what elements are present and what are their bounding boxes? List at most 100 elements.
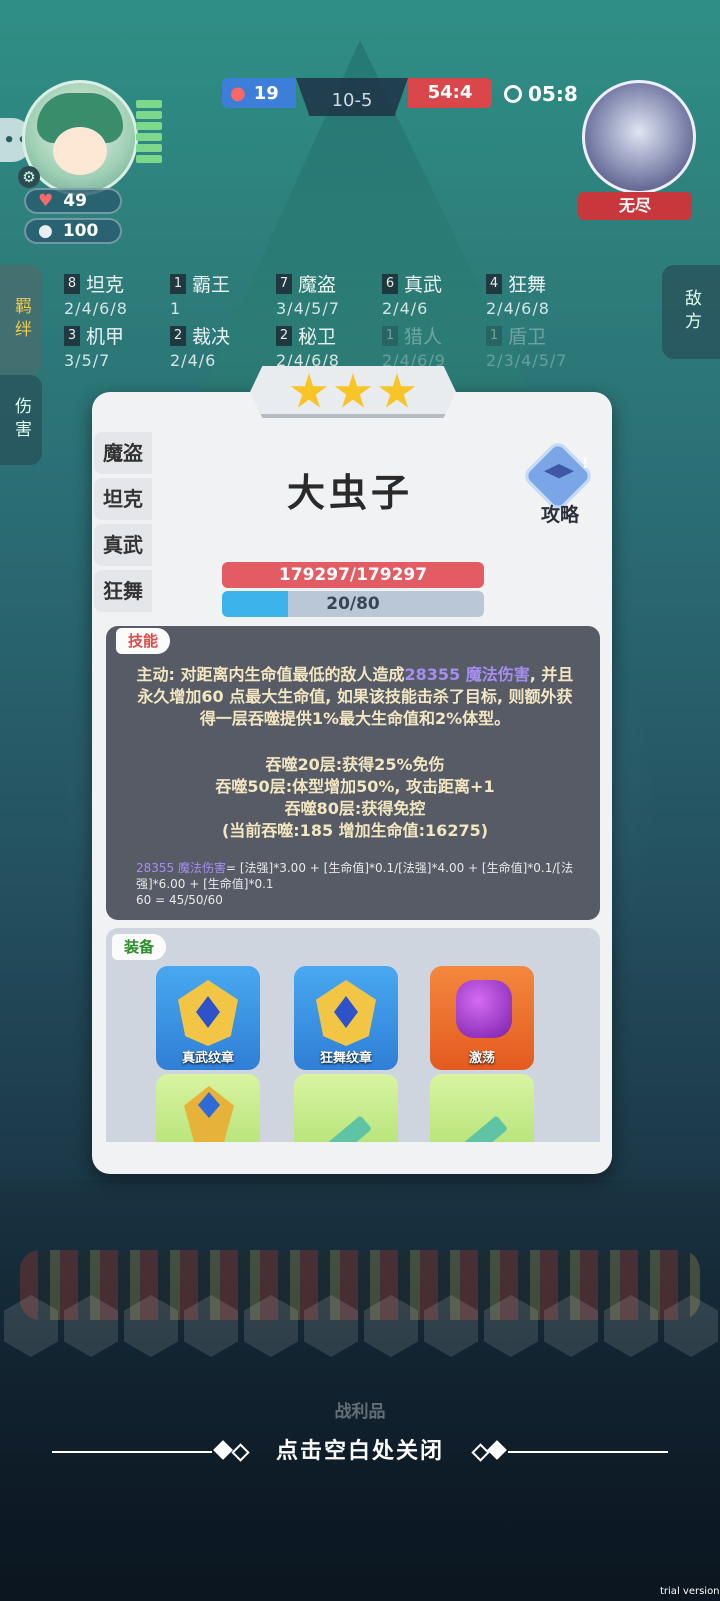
- equipment-name: 激荡: [468, 1051, 495, 1066]
- equipment-item[interactable]: 激荡: [430, 966, 534, 1070]
- player-coin-value: 100: [62, 221, 99, 241]
- synergy-item[interactable]: 4 狂舞 2/4/6/8: [486, 270, 596, 320]
- stack-effect-line: 吞噬50层:体型增加50%, 攻击距离+1: [215, 777, 495, 796]
- skill-desc-part: 主动: 对距离内生命值最低的敌人造成: [136, 665, 405, 684]
- synergy-count: 8: [64, 273, 80, 294]
- hex-tile[interactable]: [304, 1295, 358, 1357]
- gem-crown-icon: [184, 1086, 234, 1142]
- synergy-count: 2: [276, 325, 292, 346]
- sword-icon: [438, 1115, 509, 1142]
- trait-tag-list: 魔盗 坦克 真武 狂舞: [94, 432, 154, 616]
- guide-label: 攻略: [540, 504, 579, 526]
- hex-tile[interactable]: [64, 1295, 118, 1357]
- equipment-item[interactable]: [430, 1074, 534, 1142]
- tab-damage[interactable]: 伤害: [0, 375, 42, 465]
- synergy-count: 1: [382, 325, 398, 346]
- star-icon: [290, 373, 328, 408]
- signal-bars-icon: [136, 100, 162, 180]
- formula-line: 60 = 45/50/60: [136, 893, 223, 907]
- hex-tile[interactable]: [124, 1295, 178, 1357]
- trait-tag[interactable]: 魔盗: [94, 432, 152, 474]
- mana-fill: [222, 591, 288, 617]
- avatar-face: [53, 127, 107, 175]
- player-hp-pill: ♥ 49: [24, 188, 122, 214]
- hex-tile[interactable]: [664, 1295, 718, 1357]
- hex-tile[interactable]: [424, 1295, 478, 1357]
- star-rating-banner: [250, 366, 456, 418]
- hex-tile[interactable]: [544, 1295, 598, 1357]
- strategy-guide-button[interactable]: ! 攻略: [521, 439, 596, 526]
- synergy-item[interactable]: 1 盾卫 2/3/4/5/7: [486, 322, 596, 372]
- hex-tile[interactable]: [364, 1295, 418, 1357]
- surge-orb-icon: [456, 980, 512, 1038]
- synergy-levels: 2/4/6/8: [486, 299, 550, 318]
- synergy-item[interactable]: 2 秘卫 2/4/6/8: [276, 322, 386, 372]
- synergy-count: 7: [276, 273, 292, 294]
- synergy-item[interactable]: 8 坦克 2/4/6/8: [64, 270, 174, 320]
- equipment-panel: 真武纹章 狂舞纹章 激荡: [106, 928, 600, 1142]
- synergy-name: 裁决: [192, 326, 231, 348]
- synergy-item[interactable]: 1 猎人 2/4/6/9: [382, 322, 492, 372]
- synergy-count: 1: [486, 325, 502, 346]
- synergy-name: 盾卫: [508, 326, 547, 348]
- divider-line: [508, 1451, 668, 1453]
- synergy-item[interactable]: 1 霸王 1: [170, 270, 280, 320]
- skill-damage-value: 28355 魔法伤害: [404, 665, 530, 684]
- synergy-name: 机甲: [86, 326, 125, 348]
- synergy-item[interactable]: 3 机甲 3/5/7: [64, 322, 174, 372]
- mana-text: 20/80: [326, 594, 380, 614]
- synergy-item[interactable]: 2 裁决 2/4/6: [170, 322, 280, 372]
- synergy-name: 魔盗: [298, 274, 337, 296]
- synergy-count: 3: [64, 325, 80, 346]
- blue-score: ● 19: [222, 78, 296, 108]
- equipment-section-tag: 装备: [112, 934, 167, 960]
- synergy-levels: 3/5/7: [64, 351, 111, 370]
- synergy-count: 6: [382, 273, 398, 294]
- star-icon: [378, 373, 416, 408]
- synergy-levels: 2/3/4/5/7: [486, 351, 568, 370]
- trait-tag[interactable]: 真武: [94, 524, 152, 566]
- gear-icon[interactable]: ⚙: [18, 166, 40, 188]
- hex-tile[interactable]: [484, 1295, 538, 1357]
- synergy-name: 霸王: [192, 274, 231, 296]
- tab-enemy[interactable]: 敌方: [662, 265, 720, 359]
- player-hp-value: 49: [63, 191, 87, 211]
- coin-icon: ●: [38, 221, 53, 241]
- round-indicator: 10-5: [296, 78, 408, 116]
- trait-tag[interactable]: 坦克: [94, 478, 152, 520]
- hex-tile[interactable]: [604, 1295, 658, 1357]
- heart-icon: ♥: [38, 191, 54, 211]
- sword-icon: [302, 1115, 373, 1142]
- alert-icon: !: [582, 456, 589, 472]
- synergy-name: 真武: [404, 274, 443, 296]
- synergy-name: 坦克: [86, 274, 125, 296]
- trait-tag[interactable]: 狂舞: [94, 570, 152, 612]
- synergy-count: 4: [486, 273, 502, 294]
- blue-score-value: 19: [253, 82, 279, 104]
- skill-description: 主动: 对距离内生命值最低的敌人造成28355 魔法伤害, 并且永久增加60 点…: [130, 664, 580, 730]
- red-score: 54:4: [408, 78, 492, 108]
- equipment-item[interactable]: 狂舞纹章: [294, 966, 398, 1070]
- synergy-item[interactable]: 6 真武 2/4/6: [382, 270, 492, 320]
- synergy-levels: 3/4/5/7: [276, 299, 340, 318]
- tab-bonds[interactable]: 羁绊: [0, 265, 42, 375]
- hex-board-row: [0, 1295, 720, 1385]
- equipment-item[interactable]: 真武纹章: [156, 966, 260, 1070]
- star-icon: [334, 373, 372, 408]
- timer-value: 05:8: [528, 82, 578, 106]
- hex-tile[interactable]: [4, 1295, 58, 1357]
- scoreboard: ● 19 10-5 54:4: [222, 78, 492, 116]
- hex-tile[interactable]: [184, 1295, 238, 1357]
- equipment-name: 狂舞纹章: [319, 1051, 372, 1066]
- synergy-name: 秘卫: [298, 326, 337, 348]
- enemy-name-label: 无尽: [578, 192, 692, 220]
- hex-tile[interactable]: [244, 1295, 298, 1357]
- hero-mana-bar: 20/80: [222, 591, 484, 617]
- ground-scenery: [0, 1180, 720, 1601]
- flame-icon: ●: [230, 82, 246, 104]
- synergy-item[interactable]: 7 魔盗 3/4/5/7: [276, 270, 386, 320]
- enemy-avatar[interactable]: [582, 80, 696, 194]
- loot-label: 战利品: [334, 1402, 386, 1422]
- equipment-item[interactable]: [156, 1074, 260, 1142]
- equipment-item[interactable]: [294, 1074, 398, 1142]
